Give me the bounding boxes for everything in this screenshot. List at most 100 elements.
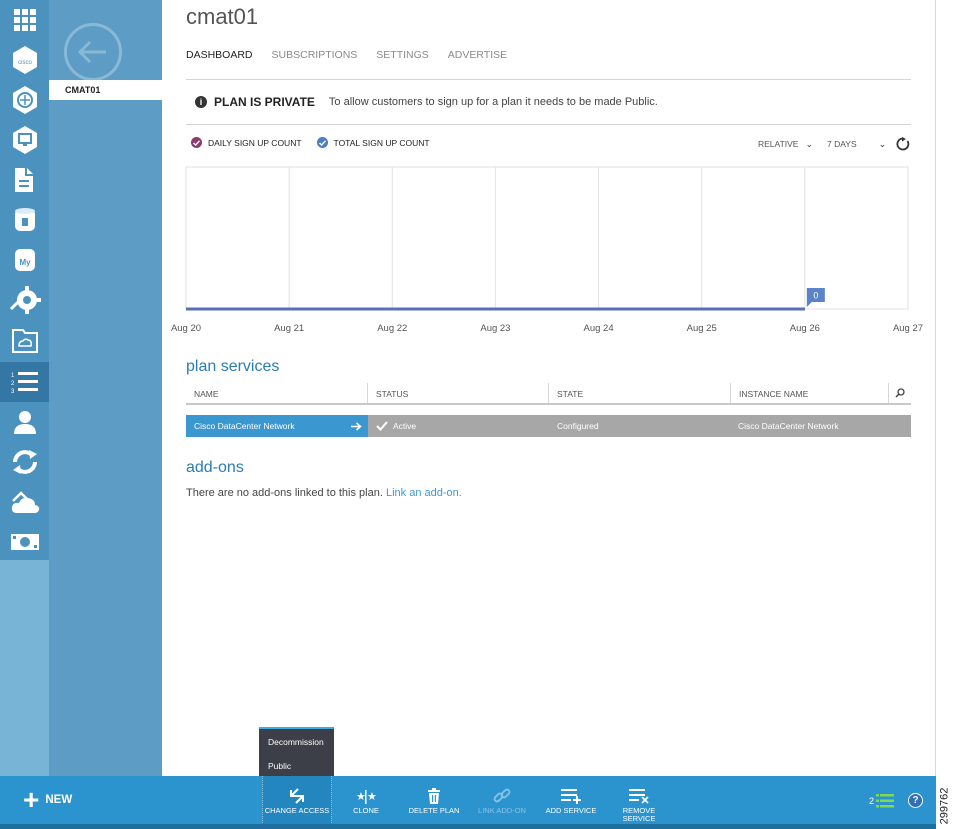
taskbar-strip xyxy=(0,824,936,829)
rail-filler xyxy=(0,560,49,776)
tab-dashboard[interactable]: DASHBOARD xyxy=(186,49,253,61)
data-label-text: 0 xyxy=(813,291,818,301)
link-icon xyxy=(493,784,511,804)
chart-range-controls: RELATIVE ⌄ 7 DAYS ⌄ xyxy=(758,137,910,151)
notice-text: To allow customers to sign up for a plan… xyxy=(328,96,658,108)
svg-text:3: 3 xyxy=(11,389,15,394)
service-name-cell[interactable]: Cisco DataCenter Network xyxy=(186,415,368,437)
nav-item-cmat01[interactable]: CMAT01 xyxy=(49,80,162,100)
info-icon: i xyxy=(195,96,207,108)
legend-daily[interactable]: DAILY SIGN UP COUNT xyxy=(191,137,302,148)
back-arrow-icon xyxy=(77,40,106,64)
tab-settings[interactable]: SETTINGS xyxy=(376,49,429,61)
help-icon[interactable]: ? xyxy=(908,793,924,808)
checkmark-icon xyxy=(376,421,388,431)
x-tick-label: Aug 25 xyxy=(687,323,717,334)
checkmark-icon xyxy=(191,137,202,148)
documents-icon[interactable] xyxy=(0,160,49,200)
notification-count: 2 xyxy=(869,795,875,806)
new-button-label: NEW xyxy=(45,794,73,806)
period-dropdown[interactable]: 7 DAYS ⌄ xyxy=(827,139,886,150)
arrow-right-icon[interactable] xyxy=(351,421,362,431)
refresh-cycle-icon[interactable] xyxy=(0,442,49,482)
database-icon[interactable] xyxy=(0,200,49,240)
remove-service-button[interactable]: REMOVE SERVICE xyxy=(620,784,658,823)
plans-list-icon[interactable]: 1 2 3 xyxy=(0,362,49,402)
svg-text:My: My xyxy=(19,258,31,267)
column-header-status[interactable]: STATUS xyxy=(368,383,549,403)
notice-title: PLAN IS PRIVATE xyxy=(214,95,315,109)
cisco-icon[interactable]: cisco xyxy=(0,40,49,80)
tab-subscriptions[interactable]: SUBSCRIPTIONS xyxy=(272,49,358,61)
x-tick-label: Aug 21 xyxy=(274,323,304,334)
x-tick-label: Aug 20 xyxy=(171,323,201,334)
remove-service-label: REMOVE SERVICE xyxy=(622,806,656,823)
chevron-down-icon: ⌄ xyxy=(805,138,814,149)
change-access-button[interactable]: CHANGE ACCESS xyxy=(262,776,332,825)
trash-icon xyxy=(427,784,441,804)
legend-total[interactable]: TOTAL SIGN UP COUNT xyxy=(316,137,430,148)
tab-advertise[interactable]: ADVERTISE xyxy=(448,49,507,61)
menu-item-decommission[interactable]: Decommission xyxy=(259,729,334,753)
add-service-button[interactable]: ADD SERVICE xyxy=(543,784,599,815)
automation-gear-icon[interactable] xyxy=(0,280,49,320)
clone-label: CLONE xyxy=(353,806,379,815)
table-search-icon[interactable] xyxy=(889,383,911,403)
plan-services-title: plan services xyxy=(186,358,280,375)
chart-x-axis: Aug 20 Aug 21 Aug 22 Aug 23 Aug 24 Aug 25 Aug … xyxy=(171,323,923,334)
new-button[interactable]: + NEW xyxy=(23,786,73,814)
divider xyxy=(186,79,911,80)
billing-icon[interactable] xyxy=(0,522,49,562)
figure-id: 299762 xyxy=(938,788,952,829)
mysql-database-icon[interactable]: My xyxy=(0,240,49,280)
column-header-name[interactable]: NAME xyxy=(186,383,368,403)
cloud-services-icon[interactable] xyxy=(0,482,49,522)
change-access-icon xyxy=(289,784,305,804)
delete-plan-label: DELETE PLAN xyxy=(408,806,460,815)
link-addon-button[interactable]: LINK ADD-ON xyxy=(476,784,528,815)
monitor-icon[interactable] xyxy=(0,120,49,160)
x-tick-label: Aug 27 xyxy=(893,323,923,334)
period-dropdown-value: 7 DAYS xyxy=(827,139,857,149)
clone-button[interactable]: ★ ★ CLONE xyxy=(352,784,380,815)
legend-total-label: TOTAL SIGN UP COUNT xyxy=(333,137,430,148)
mode-dropdown[interactable]: RELATIVE ⌄ xyxy=(758,139,813,150)
chart-frame xyxy=(185,166,909,310)
add-service-icon xyxy=(561,784,581,804)
back-button[interactable] xyxy=(64,23,122,81)
x-tick-label: Aug 23 xyxy=(480,323,510,334)
column-header-state[interactable]: STATE xyxy=(549,383,731,403)
chevron-down-icon: ⌄ xyxy=(878,138,887,149)
link-addon-link[interactable]: Link an add-on. xyxy=(386,487,462,499)
menu-item-public[interactable]: Public xyxy=(259,753,334,777)
svg-text:★: ★ xyxy=(367,790,376,803)
table-row[interactable]: Cisco DataCenter Network Active Configur… xyxy=(186,415,911,437)
data-label-pointer xyxy=(806,302,812,307)
change-access-label: CHANGE ACCESS xyxy=(264,806,330,815)
remove-service-icon xyxy=(629,784,649,804)
network-icon[interactable] xyxy=(0,80,49,120)
bottom-right-tools: 2 ? xyxy=(869,793,924,808)
chart-grid xyxy=(185,166,909,310)
svg-text:cisco: cisco xyxy=(18,60,32,66)
column-header-instance-name[interactable]: INSTANCE NAME xyxy=(731,383,889,403)
services-table-header: NAME STATUS STATE INSTANCE NAME xyxy=(186,383,911,405)
refresh-icon[interactable] xyxy=(896,137,910,151)
mode-dropdown-value: RELATIVE xyxy=(758,139,799,149)
app-window: cisco My 123 CMAT01 cmat01 DASHBOARD SUB… xyxy=(0,0,953,829)
cloud-folder-icon[interactable] xyxy=(0,320,49,360)
svg-text:1: 1 xyxy=(11,373,15,379)
data-point-label: 0 xyxy=(806,288,825,307)
delete-plan-button[interactable]: DELETE PLAN xyxy=(406,784,462,815)
user-icon[interactable] xyxy=(0,402,49,442)
all-items-grid-icon[interactable] xyxy=(0,0,49,40)
notifications-list-icon[interactable] xyxy=(876,793,895,808)
plans-nav-column: CMAT01 xyxy=(49,0,162,776)
x-tick-label: Aug 24 xyxy=(584,323,614,334)
addons-message: There are no add-ons linked to this plan… xyxy=(186,487,462,499)
main-content: cmat01 DASHBOARD SUBSCRIPTIONS SETTINGS … xyxy=(162,0,936,776)
icon-rail: cisco My 1 2 3 xyxy=(0,0,49,776)
service-state: Configured xyxy=(549,415,730,437)
page-title: cmat01 xyxy=(186,4,259,29)
change-access-menu: Decommission Public xyxy=(259,727,334,777)
